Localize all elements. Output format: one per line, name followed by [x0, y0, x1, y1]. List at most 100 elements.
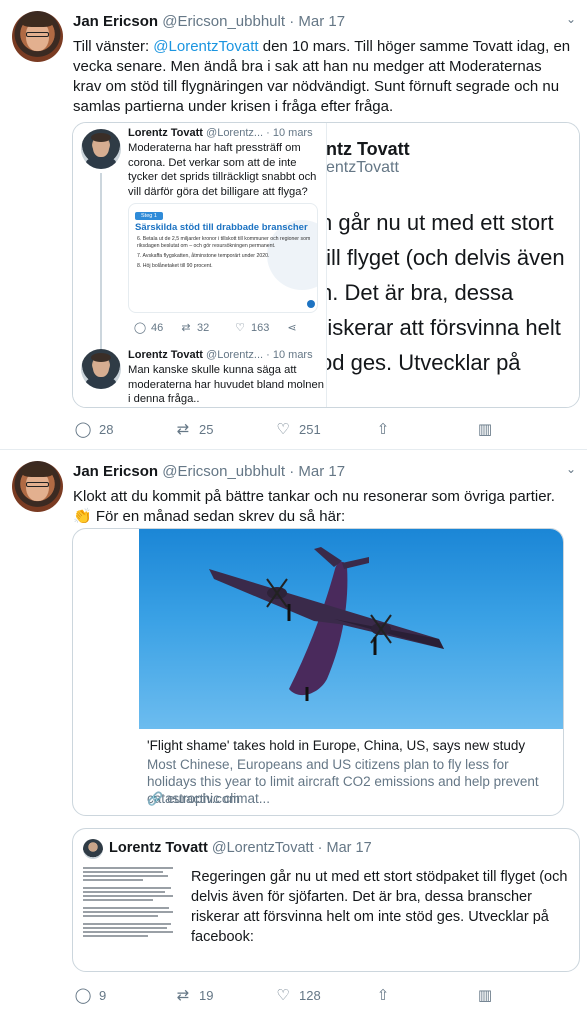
- image-tag: Steg 1: [135, 212, 163, 220]
- tweet-date[interactable]: Mar 17: [298, 463, 345, 480]
- heart-icon: ♡: [235, 322, 245, 334]
- like-button[interactable]: ♡ 128: [273, 986, 320, 1004]
- reply-button[interactable]: ◯ 9: [73, 986, 107, 1004]
- avatar-hair: [22, 15, 53, 27]
- retweet-count: 19: [199, 988, 214, 1003]
- tweet-text-part: Klokt att du kommit på bättre tankar och…: [73, 488, 555, 505]
- screenshot-author-name: ntz Tovatt: [326, 139, 410, 159]
- tweet[interactable]: Jan Ericson @Ericson_ubbhult · Mar 17 ⌄ …: [0, 450, 587, 1011]
- quoted-tweet-date: Mar 17: [326, 840, 372, 856]
- inner-avatar-suit: [86, 377, 116, 389]
- quoted-tweet[interactable]: Lorentz Tovatt @LorentzTovatt · Mar 17 R…: [72, 828, 580, 972]
- analytics-button[interactable]: ▥: [475, 420, 501, 438]
- quoted-tweet-header: Lorentz Tovatt @LorentzTovatt · Mar 17: [109, 840, 372, 856]
- link-card[interactable]: 'Flight shame' takes hold in Europe, Chi…: [72, 528, 564, 816]
- screenshot-line: n. Det är bra, dessa: [320, 280, 514, 305]
- analytics-icon[interactable]: ▥: [475, 420, 495, 438]
- quoted-images-card[interactable]: ntz Tovatt entzTovatt n går nu ut med et…: [72, 122, 580, 408]
- tweet-header: Jan Ericson @Ericson_ubbhult · Mar 17: [73, 13, 345, 30]
- inner-tweet-text: Moderaterna har haft pressträff om coron…: [128, 142, 317, 198]
- image-list-item: 6. Betala ut de 2,5 miljarder kronor i t…: [137, 236, 311, 249]
- share-icon[interactable]: ⇧: [373, 986, 393, 1004]
- inner-tweet-date: 10 mars: [272, 127, 313, 139]
- clapping-hands-emoji: 👏: [73, 508, 92, 525]
- quoted-avatar: [83, 839, 103, 859]
- reply-button[interactable]: ◯ 28: [73, 420, 114, 438]
- action-bar: ◯ 28 ⇄ 25 ♡ 251 ⇧ ▥: [73, 420, 513, 440]
- share-icon[interactable]: ⇧: [373, 420, 393, 438]
- image-list-item: 8. Höj bolånetaket till 90 procent.: [137, 263, 213, 269]
- tweet-text-part: För en månad sedan skrev du så här:: [91, 508, 346, 525]
- screenshot-line: till flyget (och delvis även: [320, 245, 565, 270]
- inner-like-count: 163: [251, 322, 270, 334]
- tweet-text: Klokt att du kommit på bättre tankar och…: [73, 487, 573, 527]
- mention-link[interactable]: @LorentzTovatt: [153, 38, 258, 55]
- inner-retweet-button: ⇄ 32: [179, 321, 209, 334]
- inner-tweet-header: Lorentz Tovatt @Lorentz... · 10 mars: [128, 349, 313, 361]
- reply-icon[interactable]: ◯: [73, 420, 93, 438]
- avatar-glasses: [26, 482, 49, 487]
- inner-avatar-hair: [91, 353, 111, 362]
- heart-icon[interactable]: ♡: [273, 986, 293, 1004]
- separator-dot: ·: [289, 13, 295, 30]
- screenshot-line: riskerar att försvinna helt: [320, 315, 561, 340]
- tweet-date[interactable]: Mar 17: [298, 13, 345, 30]
- inner-share-button: ⋖: [285, 321, 303, 334]
- inner-retweet-count: 32: [197, 322, 210, 334]
- chevron-down-icon[interactable]: ⌄: [563, 12, 579, 28]
- inner-avatar: [81, 129, 121, 169]
- tweet-text-part: Till vänster:: [73, 38, 154, 55]
- share-icon: ⋖: [287, 322, 297, 334]
- action-bar: ◯ 9 ⇄ 19 ♡ 128 ⇧ ▥: [73, 986, 513, 1006]
- left-screenshot[interactable]: Lorentz Tovatt @Lorentz... · 10 mars Mod…: [73, 123, 327, 407]
- logo-icon: [307, 300, 315, 308]
- heart-icon[interactable]: ♡: [273, 420, 293, 438]
- inner-avatar: [81, 349, 121, 389]
- screenshot-author-handle: entzTovatt: [326, 159, 399, 176]
- inner-tweet-text: Man kanske skulle kunna säga att moderat…: [128, 364, 324, 406]
- inner-image: Steg 1 Särskilda stöd till drabbade bran…: [128, 203, 318, 313]
- reply-count: 28: [99, 422, 114, 437]
- screenshot-body: n går nu ut med ett stort till flyget (o…: [320, 205, 579, 380]
- tweet-text: Till vänster: @LorentzTovatt den 10 mars…: [73, 37, 573, 117]
- right-screenshot[interactable]: ntz Tovatt entzTovatt n går nu ut med et…: [320, 123, 579, 407]
- share-button[interactable]: ⇧: [373, 420, 399, 438]
- inner-action-bar: ◯ 46 ⇄ 32 ♡ 163 ⋖: [133, 321, 331, 337]
- tweet[interactable]: Jan Ericson @Ericson_ubbhult · Mar 17 ⌄ …: [0, 0, 587, 450]
- analytics-button[interactable]: ▥: [475, 986, 501, 1004]
- share-button[interactable]: ⇧: [373, 986, 399, 1004]
- inner-like-button: ♡ 163: [233, 321, 269, 334]
- avatar[interactable]: [12, 11, 63, 62]
- reply-icon[interactable]: ◯: [73, 986, 93, 1004]
- link-card-title[interactable]: 'Flight shame' takes hold in Europe, Chi…: [147, 738, 525, 753]
- retweet-button[interactable]: ⇄ 25: [173, 420, 214, 438]
- avatar[interactable]: [12, 461, 63, 512]
- chevron-down-icon[interactable]: ⌄: [563, 462, 579, 478]
- author-handle[interactable]: @Ericson_ubbhult: [162, 463, 285, 480]
- like-count: 251: [299, 422, 321, 437]
- image-list-item: 7. Avskaffa flygskatten, åtminstone temp…: [137, 253, 270, 259]
- retweet-icon[interactable]: ⇄: [173, 986, 193, 1004]
- retweet-icon: ⇄: [181, 322, 191, 334]
- separator-dot: ·: [289, 463, 295, 480]
- avatar-glasses: [26, 32, 49, 37]
- quoted-author-handle: @LorentzTovatt: [211, 840, 314, 856]
- retweet-count: 25: [199, 422, 214, 437]
- reply-icon: ◯: [133, 322, 147, 334]
- inner-author-name: Lorentz Tovatt: [128, 127, 203, 139]
- image-title: Särskilda stöd till drabbade branscher: [135, 222, 308, 233]
- link-card-domain-text: euractiv.com: [167, 791, 240, 806]
- reply-count: 9: [99, 988, 107, 1003]
- screenshot-line: n går nu ut med ett stort: [320, 210, 554, 235]
- inner-author-name: Lorentz Tovatt: [128, 349, 203, 361]
- like-button[interactable]: ♡ 251: [273, 420, 321, 438]
- retweet-button[interactable]: ⇄ 19: [173, 986, 214, 1004]
- author-name[interactable]: Jan Ericson: [73, 463, 158, 480]
- thread-line: [100, 173, 102, 349]
- analytics-icon[interactable]: ▥: [475, 986, 495, 1004]
- link-card-domain: 🔗 euractiv.com: [147, 791, 240, 807]
- author-handle[interactable]: @Ericson_ubbhult: [162, 13, 285, 30]
- airplane-photo: [209, 547, 444, 701]
- retweet-icon[interactable]: ⇄: [173, 420, 193, 438]
- author-name[interactable]: Jan Ericson: [73, 13, 158, 30]
